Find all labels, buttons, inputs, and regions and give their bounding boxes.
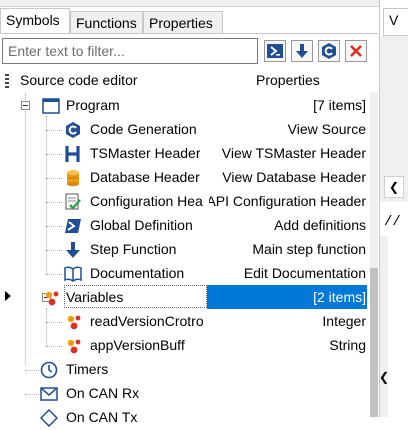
tree-label: On CAN Rx [66,385,140,401]
variable-dots-icon [67,339,81,354]
tree-row-timers[interactable]: Timers [0,358,370,382]
tree-row-variables[interactable]: Variables [2 items] [0,286,370,310]
tree-row-configuration-header[interactable]: Configuration Hea Edit API Configuration… [0,190,370,214]
tree-value: [2 items] [313,289,366,305]
tree-row-step-function[interactable]: Step Function Main step function [0,238,370,262]
powershell-icon [267,44,283,58]
code-generation-button[interactable] [318,40,340,62]
tree-row-app-version[interactable]: appVersionBuff String [0,334,370,358]
header-properties[interactable]: Properties [256,72,320,88]
database-icon [67,170,79,187]
tree-label: Global Definition [90,217,193,233]
chevron-left-icon: ❮ [388,180,400,194]
tab-functions[interactable]: Functions [70,11,143,33]
panel-tabs: Symbols Functions Properties [0,8,380,34]
arrow-down-icon [296,44,308,58]
code-editor-text[interactable]: // [384,214,401,230]
tree-label: Variables [66,289,124,305]
right-editor-pane: V ❮ // ❮ [379,0,408,417]
tree-row-on-can-tx[interactable]: On CAN Tx [0,406,370,430]
powershell-icon [65,219,81,233]
send-icon [40,409,58,427]
move-down-button[interactable] [291,40,313,62]
variables-dots-icon [45,291,59,306]
tree-label: readVersionCrotro [90,313,204,329]
header-h-icon [65,146,80,162]
chevron-left-small-icon[interactable]: ❮ [379,370,389,384]
top-toolbar-strip [0,0,408,7]
code-c-icon [322,43,336,59]
tree-label: On CAN Tx [66,409,138,425]
tree-label: Configuration Hea [90,193,203,209]
column-grip-icon[interactable] [5,74,9,88]
tree-value: String [325,337,366,353]
tree-label: Code Generation [90,121,197,137]
tree-value: Edit API Configuration Header [209,193,366,209]
tree-label: appVersionBuff [90,337,185,353]
clear-filter-button[interactable] [345,40,367,62]
book-icon [64,266,82,282]
tree-value: View Database Header [218,169,366,185]
tree-header: Source code editor Properties [0,70,378,92]
tree-label: Documentation [90,265,185,281]
editor-scrollbar[interactable] [380,236,388,417]
tree-label: Step Function [90,241,177,257]
tree-row-tsmaster-header[interactable]: TSMaster Header View TSMaster Header [0,142,370,166]
tree-label: Database Header [90,169,200,185]
tree-label: Timers [66,361,109,377]
code-c-icon [66,122,80,138]
envelope-icon [40,387,58,401]
right-pane-tab-label: V [389,12,399,28]
tree-value: Add definitions [270,217,366,233]
tree-row-database-header[interactable]: Database Header View Database Header [0,166,370,190]
tree-row-on-can-rx[interactable]: On CAN Rx [0,382,370,406]
tree-row-code-generation[interactable]: Code Generation View Source [0,118,370,142]
tree-label: TSMaster Header [90,145,201,161]
tree-value: Main step function [248,241,366,257]
arrow-down-icon [66,242,80,258]
tree-row-documentation[interactable]: Documentation Edit Documentation [0,262,370,286]
tree-label: Program [66,97,120,113]
tree-value: Integer [318,313,366,329]
tree-value: Edit Documentation [239,265,366,281]
close-icon [350,45,362,57]
tree-value: View TSMaster Header [217,145,366,161]
clock-icon [40,361,58,379]
tree-value: View Source [283,121,366,137]
tree-scrollbar-thumb[interactable] [370,268,378,417]
right-pane-tab[interactable]: V [383,8,408,36]
tree-row-global-definition[interactable]: Global Definition Add definitions [0,214,370,238]
header-source-code-editor[interactable]: Source code editor [20,72,138,88]
window-icon [42,98,60,114]
scroll-left-button[interactable]: ❮ [384,176,404,198]
variable-dots-icon [67,315,81,330]
filter-input[interactable] [2,38,258,64]
powershell-filter-button[interactable] [264,40,286,62]
config-check-icon [65,193,81,210]
tree-row-read-version[interactable]: readVersionCrotro Integer [0,310,370,334]
tab-properties[interactable]: Properties [143,11,223,33]
tree-row-program[interactable]: Program [7 items] [0,94,370,118]
tab-symbols[interactable]: Symbols [0,8,70,34]
tree-value: [7 items] [309,97,366,113]
